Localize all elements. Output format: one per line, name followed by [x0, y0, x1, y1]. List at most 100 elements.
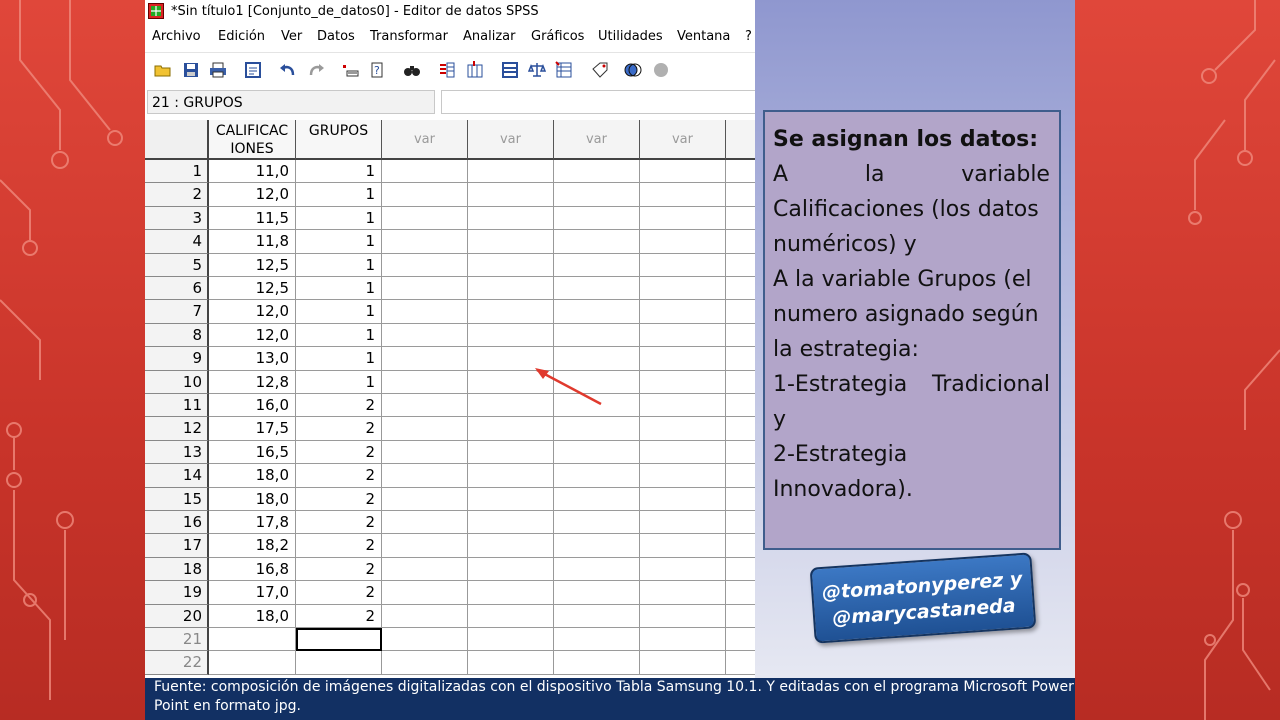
cell-empty[interactable] [640, 464, 726, 488]
find-icon[interactable] [403, 61, 421, 79]
insert-cases-icon[interactable] [438, 61, 456, 79]
cell-grupos[interactable]: 1 [296, 160, 382, 184]
menu-utilidades[interactable]: Utilidades [598, 29, 663, 44]
cell-calificaciones[interactable]: 16,5 [209, 440, 296, 465]
menu-analizar[interactable]: Analizar [463, 29, 515, 44]
menu-transformar[interactable]: Transformar [370, 29, 448, 44]
row-number[interactable]: 1 [145, 160, 209, 184]
menu-graficos[interactable]: Gráficos [531, 29, 584, 44]
cell-calificaciones[interactable]: 11,5 [209, 206, 296, 231]
cell-empty[interactable] [382, 277, 468, 301]
cell-empty[interactable] [382, 604, 468, 628]
cell-empty[interactable] [468, 487, 554, 511]
cell-empty[interactable] [640, 628, 726, 652]
cell-empty[interactable] [468, 440, 554, 465]
cell-empty[interactable] [468, 160, 554, 184]
cell-empty[interactable] [382, 253, 468, 277]
cell-grupos[interactable]: 1 [296, 300, 382, 324]
cell-empty[interactable] [554, 323, 640, 348]
cell-empty[interactable] [726, 300, 755, 324]
cell-empty[interactable] [640, 604, 726, 628]
weight-cases-icon[interactable] [528, 61, 546, 79]
cell-calificaciones[interactable]: 13,0 [209, 347, 296, 371]
cell-empty[interactable] [554, 230, 640, 254]
cell-empty[interactable] [726, 417, 755, 441]
row-number[interactable]: 5 [145, 253, 209, 277]
cell-empty[interactable] [468, 604, 554, 628]
cell-grupos[interactable]: 2 [296, 511, 382, 535]
cell-empty[interactable] [726, 651, 755, 675]
menu-ver[interactable]: Ver [281, 29, 302, 44]
row-number[interactable]: 14 [145, 464, 209, 488]
cell-empty[interactable] [382, 651, 468, 675]
row-number[interactable]: 15 [145, 487, 209, 511]
row-number[interactable]: 10 [145, 370, 209, 394]
cell-grupos[interactable]: 1 [296, 347, 382, 371]
dialog-recall-icon[interactable] [244, 61, 262, 79]
cell-empty[interactable] [468, 206, 554, 231]
cell-empty[interactable] [468, 511, 554, 535]
cell-calificaciones[interactable]: 12,0 [209, 323, 296, 348]
cell-calificaciones[interactable]: 18,0 [209, 604, 296, 628]
cell-grupos[interactable]: 2 [296, 581, 382, 605]
cell-empty[interactable] [382, 183, 468, 207]
cell-empty[interactable] [468, 464, 554, 488]
cell-empty[interactable] [640, 160, 726, 184]
cell-grupos[interactable]: 1 [296, 370, 382, 394]
cell-empty[interactable] [382, 394, 468, 418]
row-number[interactable]: 11 [145, 394, 209, 418]
cell-grupos[interactable]: 2 [296, 464, 382, 488]
cell-empty[interactable] [468, 651, 554, 675]
column-header-grupos[interactable]: GRUPOS [296, 120, 382, 160]
cell-empty[interactable] [640, 323, 726, 348]
cell-empty[interactable] [554, 277, 640, 301]
insert-variable-icon[interactable] [466, 61, 484, 79]
row-number[interactable]: 6 [145, 277, 209, 301]
row-number[interactable]: 2 [145, 183, 209, 207]
row-number[interactable]: 13 [145, 440, 209, 465]
cell-empty[interactable] [382, 323, 468, 348]
cell-calificaciones[interactable]: 17,0 [209, 581, 296, 605]
cell-empty[interactable] [640, 300, 726, 324]
cell-empty[interactable] [382, 464, 468, 488]
cell-empty[interactable] [726, 464, 755, 488]
cell-grupos[interactable]: 2 [296, 417, 382, 441]
cell-empty[interactable] [382, 300, 468, 324]
menu-datos[interactable]: Datos [317, 29, 355, 44]
cell-empty[interactable] [726, 254, 755, 277]
cell-empty[interactable] [726, 558, 755, 582]
cell-empty[interactable] [554, 511, 640, 535]
cell-calificaciones[interactable]: 11,0 [209, 160, 296, 184]
cell-empty[interactable] [640, 440, 726, 465]
goto-case-icon[interactable] [341, 61, 359, 79]
cell-empty[interactable] [640, 253, 726, 277]
save-icon[interactable] [182, 61, 200, 79]
cell-empty[interactable] [640, 487, 726, 511]
variables-icon[interactable]: ? [369, 61, 387, 79]
cell-calificaciones[interactable]: 12,5 [209, 277, 296, 301]
cell-empty[interactable] [640, 417, 726, 441]
row-number[interactable]: 17 [145, 534, 209, 558]
cell-empty[interactable] [382, 417, 468, 441]
cell-empty[interactable] [726, 347, 755, 371]
cell-empty[interactable] [640, 557, 726, 582]
cell-grupos[interactable]: 2 [296, 394, 382, 418]
cell-empty[interactable] [554, 417, 640, 441]
undo-icon[interactable] [279, 61, 297, 79]
cell-empty[interactable] [554, 464, 640, 488]
cell-empty[interactable] [726, 394, 755, 418]
cell-empty[interactable] [554, 253, 640, 277]
cell-calificaciones[interactable]: 18,0 [209, 464, 296, 488]
cell-empty[interactable] [382, 628, 468, 652]
cell-calificaciones[interactable]: 17,5 [209, 417, 296, 441]
cell-empty[interactable] [726, 277, 755, 301]
cell-empty[interactable] [382, 557, 468, 582]
cell-empty[interactable] [382, 440, 468, 465]
cell-empty[interactable] [554, 581, 640, 605]
cell-empty[interactable] [640, 230, 726, 254]
redo-icon[interactable] [307, 61, 325, 79]
open-icon[interactable] [154, 61, 172, 79]
row-number[interactable]: 12 [145, 417, 209, 441]
row-number[interactable]: 22 [145, 651, 209, 675]
use-sets-icon[interactable] [624, 61, 642, 79]
